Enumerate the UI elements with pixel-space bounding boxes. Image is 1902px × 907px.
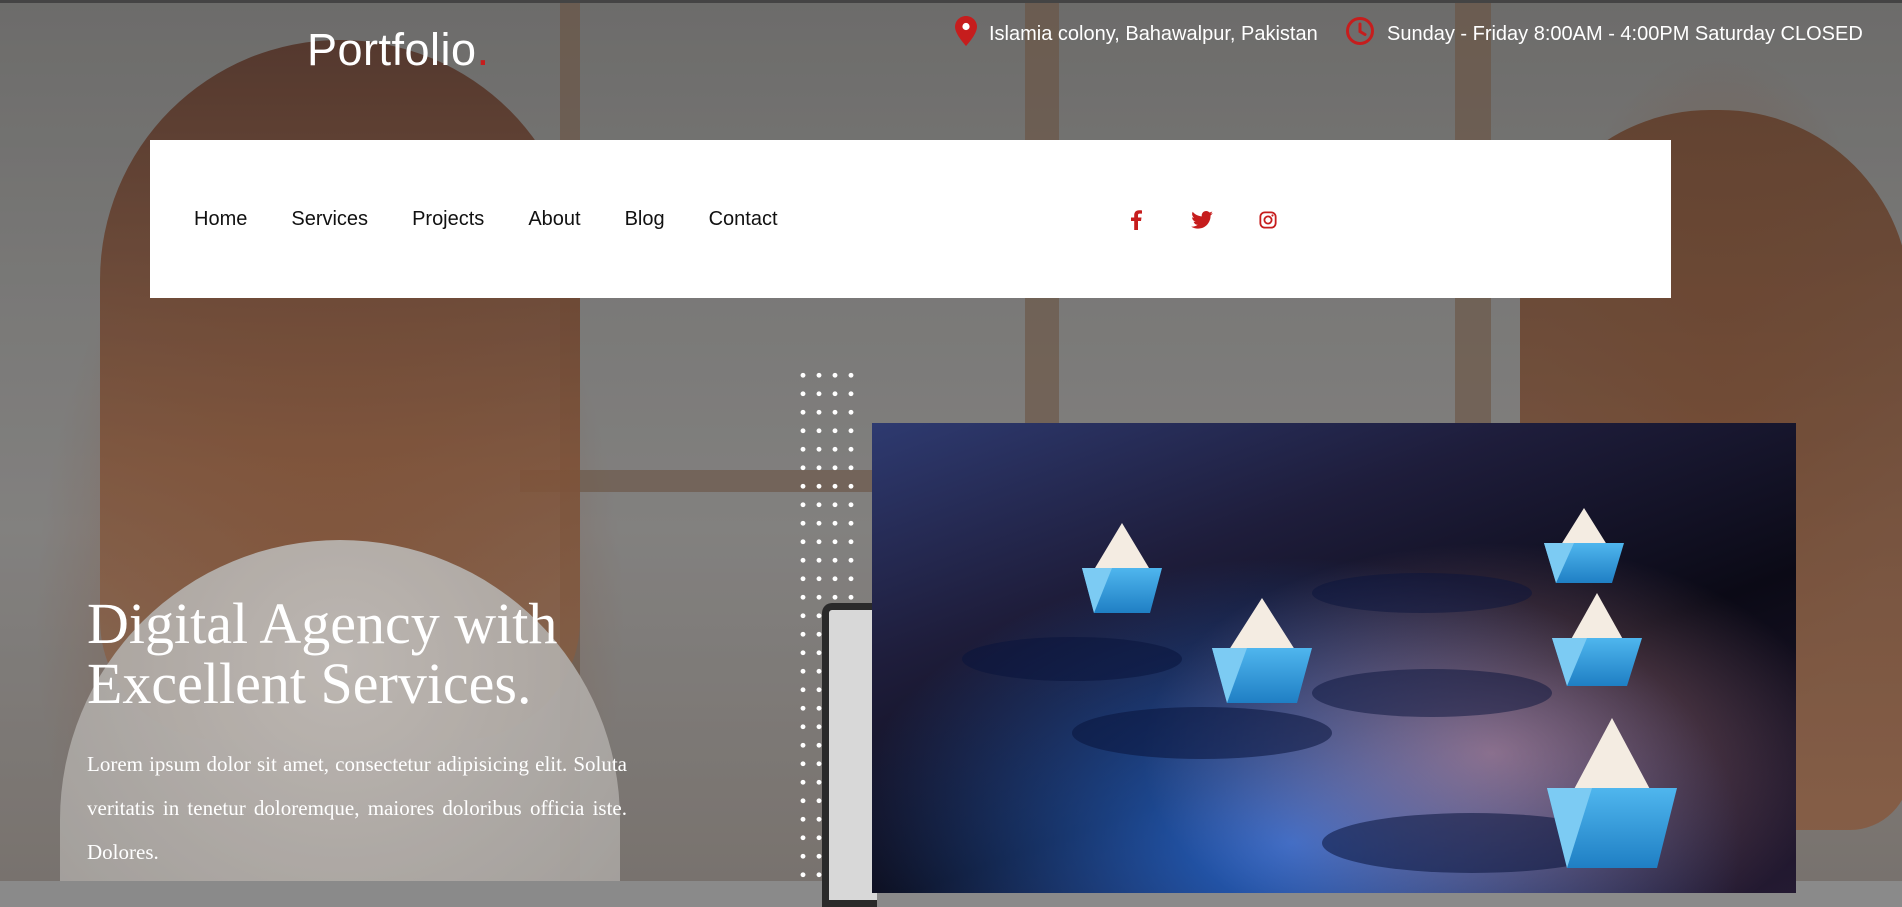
paper-boat [1552,593,1642,686]
address-text: Islamia colony, Bahawalpur, Pakistan [989,22,1318,45]
facebook-icon[interactable] [1124,208,1148,232]
paper-boat [1547,718,1677,868]
hero-title: Digital Agency with Excellent Services. [87,594,557,714]
paper-boat [1082,523,1162,613]
hero-description: Lorem ipsum dolor sit amet, consectetur … [87,752,627,864]
nav-menu: Home Services Projects About Blog Contac… [194,208,822,231]
nav-item-services[interactable]: Services [291,208,368,231]
laptop-edge [822,603,877,907]
hours-text: Sunday - Friday 8:00AM - 4:00PM Saturday… [1387,22,1863,45]
address-info: Islamia colony, Bahawalpur, Pakistan [955,16,1318,52]
clock-icon [1345,16,1387,52]
hero-title-line1: Digital Agency with [87,591,558,656]
paper-boats-image [872,423,1796,893]
twitter-icon[interactable] [1190,208,1214,232]
nav-item-projects[interactable]: Projects [412,208,484,231]
paper-boat [1544,508,1624,583]
social-links [1124,208,1280,232]
brand-dot: . [476,24,490,75]
instagram-icon[interactable] [1256,208,1280,232]
brand-name: Portfolio [307,24,477,75]
hero-title-line2: Excellent Services. [87,651,532,716]
nav-item-contact[interactable]: Contact [709,208,778,231]
hours-info: Sunday - Friday 8:00AM - 4:00PM Saturday… [1345,16,1863,52]
nav-item-home[interactable]: Home [194,208,247,231]
brand-logo[interactable]: Portfolio. [307,24,490,76]
nav-item-about[interactable]: About [528,208,580,231]
main-navbar: Home Services Projects About Blog Contac… [150,140,1671,298]
paper-boat [1212,598,1312,703]
map-pin-icon [955,16,989,52]
nav-item-blog[interactable]: Blog [625,208,665,231]
